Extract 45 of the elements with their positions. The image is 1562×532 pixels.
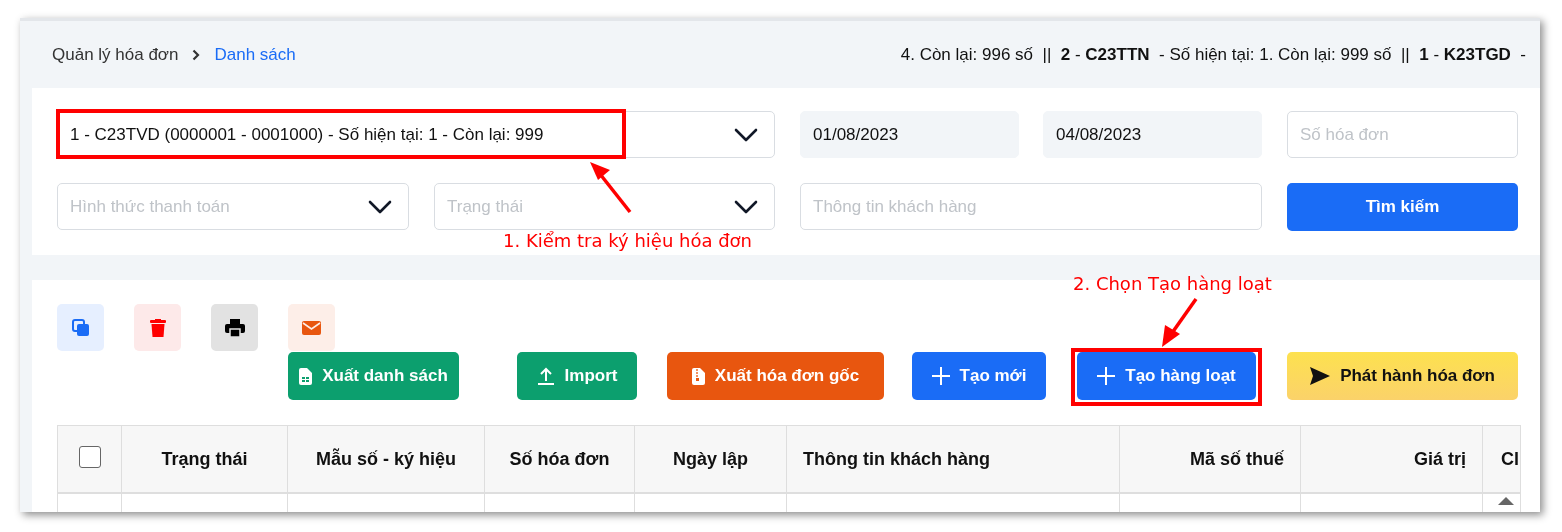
plus-icon bbox=[931, 367, 950, 385]
annotation-text: 1. Kiểm tra ký hiệu hóa đơn bbox=[503, 230, 753, 251]
copy-icon bbox=[71, 318, 90, 337]
column-header: Số hóa đơn bbox=[484, 425, 635, 493]
export-button[interactable]: Xuất danh sách bbox=[288, 352, 459, 400]
copy-button[interactable] bbox=[57, 304, 104, 351]
column-header: Giá trị bbox=[1300, 425, 1483, 493]
envelope-icon bbox=[302, 320, 321, 335]
chevron-down-icon bbox=[734, 127, 758, 142]
ticker-text: 4. Còn lại: 996 số || 2 - C23TTN - Số hiện tại: 1. Còn lại: 999 số || 1 - K23TGD - bbox=[900, 44, 1526, 65]
select-all-checkbox[interactable] bbox=[78, 445, 101, 468]
original-button[interactable]: Xuất hóa đơn gốc bbox=[667, 352, 884, 400]
scroll-up-icon[interactable] bbox=[1498, 496, 1514, 505]
batch-button[interactable]: Tạo hàng loạt bbox=[1077, 352, 1256, 400]
chevron-down-icon bbox=[734, 199, 758, 214]
select-placeholder: Trạng thái bbox=[447, 196, 523, 217]
delete-button[interactable] bbox=[134, 304, 181, 351]
search-button[interactable]: Tìm kiếm bbox=[1287, 183, 1518, 231]
column-header: Mã số thuế bbox=[1119, 425, 1301, 493]
column-header: Ngày lập bbox=[634, 425, 787, 493]
zip-file-icon bbox=[691, 367, 705, 385]
column-header: Cl bbox=[1482, 425, 1521, 493]
spreadsheet-file-icon bbox=[299, 367, 313, 385]
trash-icon bbox=[149, 318, 166, 337]
date-to-field[interactable]: 04/08/2023 bbox=[1043, 111, 1262, 158]
chevron-right-icon bbox=[192, 48, 201, 61]
select-value: 1 - C23TVD (0000001 - 0001000) - Số hiện tại: 1 - Còn lại: 999 bbox=[70, 124, 544, 145]
annotation-text: 2. Chọn Tạo hàng loạt bbox=[1073, 273, 1272, 294]
chevron-down-icon bbox=[368, 199, 392, 214]
date-from-field[interactable]: 01/08/2023 bbox=[800, 111, 1019, 158]
import-button[interactable]: Import bbox=[517, 352, 637, 400]
issue-button[interactable]: Phát hành hóa đơn bbox=[1287, 352, 1518, 400]
email-button[interactable] bbox=[288, 304, 335, 351]
breadcrumb-item: Danh sách bbox=[214, 44, 296, 65]
breadcrumb-item[interactable]: Quản lý hóa đơn bbox=[52, 44, 179, 65]
column-header: Mẫu số - ký hiệu bbox=[287, 425, 485, 493]
select-placeholder: Hình thức thanh toán bbox=[70, 196, 230, 217]
column-header: Thông tin khách hàng bbox=[786, 425, 1120, 493]
print-button[interactable] bbox=[211, 304, 258, 351]
column-header: Trạng thái bbox=[121, 425, 288, 493]
upload-icon bbox=[536, 367, 555, 385]
printer-icon bbox=[224, 318, 245, 337]
plus-icon bbox=[1097, 367, 1116, 385]
send-icon bbox=[1310, 367, 1331, 385]
create-button[interactable]: Tạo mới bbox=[912, 352, 1046, 400]
